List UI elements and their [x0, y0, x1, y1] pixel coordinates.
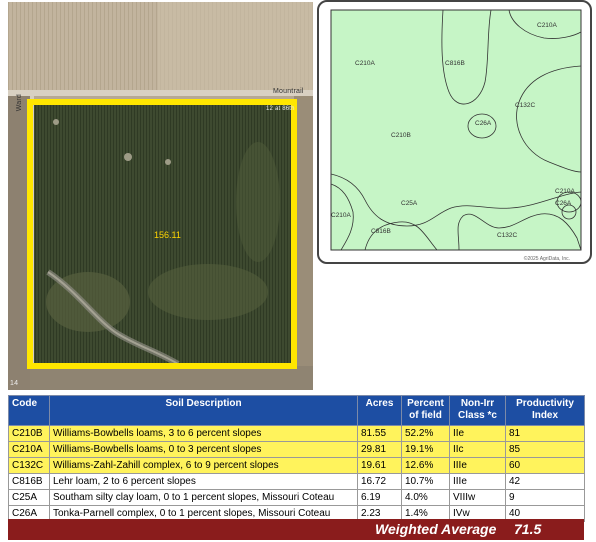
- table-row: C210A Williams-Bowbells loams, 0 to 3 pe…: [8, 441, 585, 458]
- soil-label: C210B: [391, 132, 411, 139]
- cell-description: Southam silty clay loam, 0 to 1 percent …: [49, 489, 358, 506]
- header-percent: Percent of field: [401, 395, 450, 426]
- header-description: Soil Description: [49, 395, 358, 426]
- cell-index: 85: [505, 441, 585, 458]
- soil-label: C26A: [475, 120, 492, 127]
- table-row: C25A Southam silty clay loam, 0 to 1 per…: [8, 489, 585, 506]
- cell-description: Williams-Bowbells loams, 0 to 3 percent …: [49, 441, 358, 458]
- cell-acres: 6.19: [357, 489, 402, 506]
- header-index: Productivity Index: [505, 395, 585, 426]
- cell-code: C25A: [8, 489, 50, 506]
- road-label-west: Ward: [16, 94, 23, 112]
- cell-percent: 12.6%: [401, 457, 450, 474]
- table-header-row: Code Soil Description Acres Percent of f…: [8, 395, 585, 426]
- west-strip: [8, 96, 30, 390]
- soil-label: C26A: [555, 200, 572, 207]
- soil-label: C816B: [371, 228, 391, 235]
- cell-code: C132C: [8, 457, 50, 474]
- soil-label: C132C: [497, 232, 518, 239]
- cell-acres: 16.72: [357, 473, 402, 490]
- soil-map-drawing: [330, 9, 582, 251]
- soil-map: C210A C210A C816B C210B C26A C132C C210A…: [317, 0, 592, 264]
- cell-acres: 19.61: [357, 457, 402, 474]
- field-acres-label: 156.11: [154, 230, 181, 240]
- soil-label: C210A: [331, 212, 351, 219]
- soil-label: C132C: [515, 102, 536, 109]
- cell-index: 42: [505, 473, 585, 490]
- road-label-top-right: 12 at 86th: [266, 106, 295, 112]
- cell-acres: 29.81: [357, 441, 402, 458]
- corner-label: 14: [10, 380, 19, 387]
- cell-class: IIc: [449, 441, 506, 458]
- aerial-imagery: [8, 2, 313, 390]
- soil-label: C816B: [445, 60, 465, 67]
- cell-index: 81: [505, 425, 585, 442]
- header-code: Code: [8, 395, 50, 426]
- cell-description: Williams-Bowbells loams, 3 to 6 percent …: [49, 425, 358, 442]
- aerial-photo: Mountrail Ward 12 at 86th 14 156.11: [8, 2, 313, 390]
- cell-index: 9: [505, 489, 585, 506]
- mountrail-road: [8, 90, 313, 96]
- cell-percent: 10.7%: [401, 473, 450, 490]
- cell-class: VIIIw: [449, 489, 506, 506]
- cell-code: C210A: [8, 441, 50, 458]
- table-body: C210B Williams-Bowbells loams, 3 to 6 pe…: [8, 425, 585, 522]
- map-credit: ©2025 AgriData, Inc.: [523, 256, 570, 262]
- soil-label: C210A: [355, 60, 375, 67]
- road-label-mountrail: Mountrail: [273, 88, 304, 95]
- soil-label: C25A: [401, 200, 418, 207]
- weighted-average-bar: Weighted Average 71.5: [8, 519, 584, 540]
- cell-class: IIe: [449, 425, 506, 442]
- soil-table: Code Soil Description Acres Percent of f…: [8, 395, 585, 522]
- cell-description: Lehr loam, 2 to 6 percent slopes: [49, 473, 358, 490]
- soil-label: C210A: [537, 22, 557, 29]
- weighted-average-value: 71.5: [514, 521, 542, 537]
- table-row: C210B Williams-Bowbells loams, 3 to 6 pe…: [8, 425, 585, 442]
- cell-description: Williams-Zahl-Zahill complex, 6 to 9 per…: [49, 457, 358, 474]
- table-row: C132C Williams-Zahl-Zahill complex, 6 to…: [8, 457, 585, 474]
- cell-percent: 19.1%: [401, 441, 450, 458]
- cell-class: IIIe: [449, 473, 506, 490]
- cell-class: IIIe: [449, 457, 506, 474]
- soil-label: C210A: [555, 188, 575, 195]
- header-acres: Acres: [357, 395, 402, 426]
- cell-acres: 81.55: [357, 425, 402, 442]
- cell-percent: 52.2%: [401, 425, 450, 442]
- cell-percent: 4.0%: [401, 489, 450, 506]
- header-class: Non-Irr Class *c: [449, 395, 506, 426]
- cell-code: C816B: [8, 473, 50, 490]
- table-row: C816B Lehr loam, 2 to 6 percent slopes 1…: [8, 473, 585, 490]
- cell-index: 60: [505, 457, 585, 474]
- weighted-average-label: Weighted Average: [375, 521, 497, 537]
- cell-code: C210B: [8, 425, 50, 442]
